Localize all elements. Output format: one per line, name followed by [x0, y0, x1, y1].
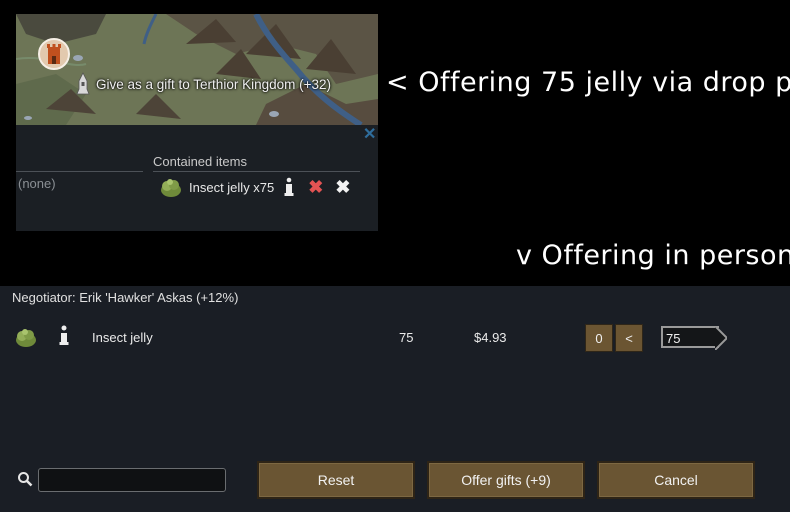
offer-gifts-button[interactable]: Offer gifts (+9)	[427, 461, 585, 499]
item-price: $4.93	[474, 330, 507, 345]
info-icon[interactable]	[57, 325, 71, 347]
close-icon[interactable]: ✕	[363, 124, 376, 144]
search-input[interactable]	[38, 468, 226, 492]
world-map[interactable]	[16, 14, 378, 125]
decrease-quantity-button[interactable]: <	[615, 324, 643, 352]
contained-items-title: Contained items	[153, 154, 247, 169]
reset-button[interactable]: Reset	[257, 461, 415, 499]
remove-all-icon[interactable]: ✖	[335, 178, 350, 196]
insect-jelly-icon	[16, 329, 36, 347]
reset-quantity-button[interactable]: 0	[585, 324, 613, 352]
offer-quantity-field[interactable]: 75	[661, 326, 719, 348]
info-icon[interactable]	[282, 177, 296, 197]
drop-pod-icon	[76, 72, 90, 95]
item-name: Insect jelly	[92, 330, 153, 345]
remove-item-icon[interactable]: ✖	[308, 178, 323, 196]
castle-tower-icon	[38, 38, 70, 70]
table-row: Insect jelly 75 $4.93 0 < 75	[0, 322, 790, 354]
contained-item-label: Insect jelly x75	[189, 179, 275, 195]
item-quantity: 75	[399, 330, 414, 345]
divider	[16, 171, 143, 172]
contained-item-row: Insect jelly x75 ✖ ✖	[159, 176, 350, 198]
caption-drop-pod: < Offering 75 jelly via drop pod	[386, 67, 790, 98]
divider	[153, 171, 360, 172]
drop-pod-panel: Give as a gift to Terthior Kingdom (+32)…	[16, 14, 378, 231]
cancel-button[interactable]: Cancel	[597, 461, 755, 499]
trade-window: Negotiator: Erik 'Hawker' Askas (+12%) I…	[0, 286, 790, 512]
caption-in-person: v Offering in person	[516, 240, 790, 271]
insect-jelly-icon	[161, 179, 181, 197]
gift-label-text: Give as a gift to Terthior Kingdom (+32)	[96, 76, 331, 92]
negotiator-label: Negotiator: Erik 'Hawker' Askas (+12%)	[12, 290, 239, 305]
quantity-arrow-icon[interactable]	[715, 326, 727, 350]
empty-list-label: (none)	[18, 176, 56, 191]
search-icon	[18, 472, 33, 487]
gift-destination-label[interactable]: Give as a gift to Terthior Kingdom (+32)	[76, 72, 331, 96]
